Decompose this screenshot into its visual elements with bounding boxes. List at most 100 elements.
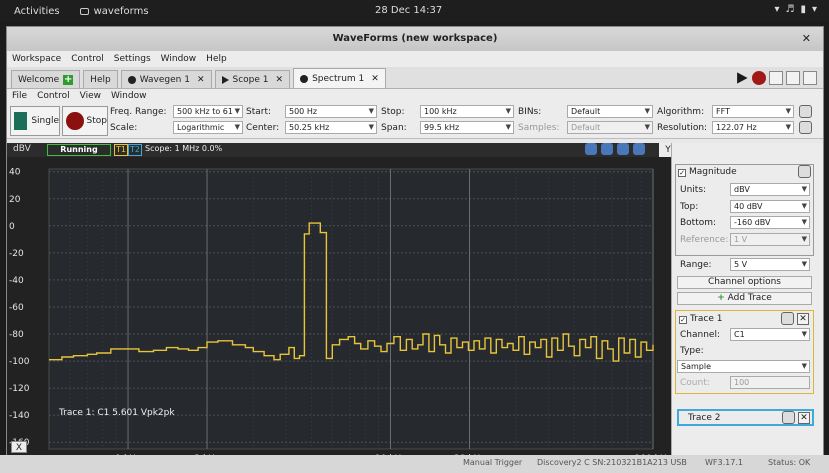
y-tick-label: 20 xyxy=(9,195,21,205)
menu-workspace[interactable]: Workspace xyxy=(12,54,61,64)
menu-instrument-window[interactable]: Window xyxy=(111,91,147,101)
trigger-status[interactable]: Manual Trigger xyxy=(463,458,522,467)
top-input[interactable]: 40 dBV ▼ xyxy=(730,200,810,213)
list-button[interactable] xyxy=(786,71,800,85)
top-value: 40 dBV xyxy=(734,202,763,211)
record-button[interactable] xyxy=(752,71,766,85)
resolution-input[interactable]: 122.07 Hz ▼ xyxy=(712,121,794,134)
bins-select[interactable]: Default ▼ xyxy=(567,105,653,118)
system-tray[interactable]: ▾ ♬ ▮ ▾ xyxy=(774,4,817,15)
menu-help[interactable]: Help xyxy=(206,54,227,64)
freq-range-select[interactable]: 500 kHz to 61 ▼ xyxy=(173,105,243,118)
trace1-toggle[interactable]: ✓ Trace 1 xyxy=(679,314,722,324)
algorithm-settings-icon[interactable] xyxy=(799,105,812,118)
freq-range-label: Freq. Range: xyxy=(110,107,167,117)
magnitude-settings-icon[interactable] xyxy=(798,165,811,178)
battery-icon: ▮ xyxy=(800,4,806,15)
tab-welcome-label: Welcome xyxy=(18,74,60,85)
layout-button[interactable] xyxy=(769,71,783,85)
units-select[interactable]: dBV ▼ xyxy=(730,183,810,196)
tab-welcome[interactable]: Welcome + xyxy=(11,70,81,88)
app-name: waveforms xyxy=(93,5,149,17)
menu-instrument-control[interactable]: Control xyxy=(37,91,70,101)
span-value: 99.5 kHz xyxy=(424,123,460,132)
type-select[interactable]: Sample ▼ xyxy=(677,360,810,373)
close-tab-icon[interactable]: ✕ xyxy=(371,74,379,84)
algorithm-select[interactable]: FFT ▼ xyxy=(712,105,794,118)
menu-window[interactable]: Window xyxy=(161,54,197,64)
window-title: WaveForms (new workspace) xyxy=(332,33,498,44)
resolution-value: 122.07 Hz xyxy=(716,123,757,132)
menu-button[interactable] xyxy=(803,71,817,85)
waveforms-app-icon xyxy=(79,7,89,15)
tab-spectrum[interactable]: Spectrum 1 ✕ xyxy=(293,68,386,88)
stop-label: Stop xyxy=(86,116,107,126)
zoom-icon[interactable] xyxy=(617,143,629,155)
reference-input[interactable]: 1 V ▼ xyxy=(730,233,810,246)
version-label: WF3.17.1 xyxy=(705,458,743,467)
window-titlebar[interactable]: WaveForms (new workspace) ✕ xyxy=(7,27,823,51)
menu-view[interactable]: View xyxy=(80,91,101,101)
channel-options-label: Channel options xyxy=(708,277,781,287)
start-label: Start: xyxy=(246,107,272,117)
trace1-settings-icon[interactable] xyxy=(781,312,794,325)
single-label: Single xyxy=(31,116,59,126)
samples-select[interactable]: Default ▼ xyxy=(567,121,653,134)
trace1-badge[interactable]: T1 xyxy=(114,144,128,156)
measure-tool-icon[interactable] xyxy=(601,143,613,155)
tab-wavegen[interactable]: Wavegen 1 ✕ xyxy=(120,70,212,88)
run-status: Running xyxy=(47,144,111,156)
tab-wavegen-label: Wavegen 1 xyxy=(139,74,190,85)
plot-status-bar: dBV Running T1 T2 Scope: 1 MHz 0.0% xyxy=(7,143,671,157)
dropdown-arrow-icon: ▼ xyxy=(801,235,807,243)
menu-file[interactable]: File xyxy=(12,91,27,101)
close-tab-icon[interactable]: ✕ xyxy=(276,75,284,85)
cursor-tool-icon[interactable] xyxy=(585,143,597,155)
y-unit-label: dBV xyxy=(13,144,31,154)
units-value: dBV xyxy=(734,185,750,194)
magnitude-toggle[interactable]: ✓ Magnitude xyxy=(678,167,737,177)
spectrum-chart[interactable]: 40200-20-40-60-80-100-120-140-1601 kHz2 … xyxy=(7,157,671,469)
channel-options-button[interactable]: Channel options xyxy=(677,276,812,289)
play-icon xyxy=(221,75,229,84)
resolution-settings-icon[interactable] xyxy=(799,121,812,134)
run-all-button[interactable] xyxy=(737,72,748,84)
center-input[interactable]: 50.25 kHz ▼ xyxy=(285,121,377,134)
menu-settings[interactable]: Settings xyxy=(114,54,151,64)
settings-icon[interactable] xyxy=(633,143,645,155)
clock[interactable]: 28 Dec 14:37 xyxy=(375,5,442,16)
count-value: 100 xyxy=(734,378,750,387)
tab-help[interactable]: Help xyxy=(83,70,118,88)
reference-label: Reference: xyxy=(680,235,729,245)
stop-freq-input[interactable]: 100 kHz ▼ xyxy=(420,105,514,118)
device-status[interactable]: Discovery2 C SN:210321B1A213 USB xyxy=(537,458,687,467)
bottom-input[interactable]: -160 dBV ▼ xyxy=(730,216,810,229)
span-input[interactable]: 99.5 kHz ▼ xyxy=(420,121,514,134)
range-select[interactable]: 5 V ▼ xyxy=(730,258,810,271)
scale-select[interactable]: Logarithmic ▼ xyxy=(173,121,243,134)
y-tick-label: -60 xyxy=(9,303,24,313)
close-tab-icon[interactable]: ✕ xyxy=(197,75,205,85)
add-instrument-icon[interactable]: + xyxy=(63,74,74,85)
trace2-settings-icon[interactable] xyxy=(782,411,795,424)
dropdown-arrow-icon: ▼ xyxy=(801,185,807,193)
top-label: Top: xyxy=(680,202,699,212)
menu-control[interactable]: Control xyxy=(71,54,104,64)
tab-scope[interactable]: Scope 1 ✕ xyxy=(214,70,291,88)
x-axis-button[interactable]: X xyxy=(11,441,27,453)
trace2-badge[interactable]: T2 xyxy=(128,144,142,156)
app-menu[interactable]: waveforms xyxy=(79,5,149,17)
add-trace-button[interactable]: + Add Trace xyxy=(677,292,812,305)
count-input[interactable]: 100 xyxy=(730,376,810,389)
activities-button[interactable]: Activities xyxy=(14,6,60,17)
channel-select[interactable]: C1 ▼ xyxy=(730,328,810,341)
spectrum-plot[interactable]: dBV Running T1 T2 Scope: 1 MHz 0.0% Y 40… xyxy=(7,143,677,469)
single-button[interactable]: Single xyxy=(10,106,60,136)
single-acquisition-icon xyxy=(14,112,28,130)
window-close-button[interactable]: ✕ xyxy=(802,27,811,51)
stop-button[interactable]: Stop xyxy=(62,106,108,136)
trace2-remove-icon[interactable]: ✕ xyxy=(798,412,810,424)
start-input[interactable]: 500 Hz ▼ xyxy=(285,105,377,118)
algorithm-value: FFT xyxy=(716,107,730,116)
trace1-remove-icon[interactable]: ✕ xyxy=(797,313,809,325)
